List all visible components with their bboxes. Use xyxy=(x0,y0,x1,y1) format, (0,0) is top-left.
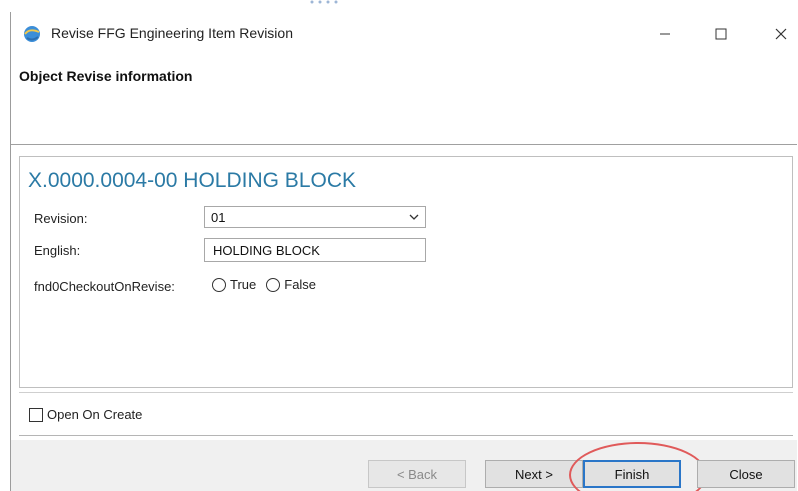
minimize-icon xyxy=(660,33,670,35)
partial-desktop-artifact xyxy=(310,0,338,4)
checkout-on-revise-radio-group: True False xyxy=(212,277,326,292)
revision-label: Revision: xyxy=(34,211,88,226)
open-on-create-checkbox[interactable]: Open On Create xyxy=(29,407,142,422)
minimize-button[interactable] xyxy=(645,20,685,48)
close-icon xyxy=(775,28,787,40)
open-on-create-label: Open On Create xyxy=(47,407,143,422)
true-radio[interactable]: True xyxy=(212,277,256,292)
false-radio-label: False xyxy=(284,277,317,292)
content-panel: X.0000.0004-00 HOLDING BLOCK Revision: 0… xyxy=(19,156,793,388)
revision-select[interactable]: 01 xyxy=(204,206,426,228)
radio-circle-icon xyxy=(266,277,281,292)
maximize-icon xyxy=(715,28,727,40)
button-bar: < Back Next > Finish Close xyxy=(11,440,797,491)
screenshot-page: Revise FFG Engineering Item Revision Obj… xyxy=(0,0,798,491)
chevron-down-icon xyxy=(409,214,419,220)
object-title: X.0000.0004-00 HOLDING BLOCK xyxy=(28,169,357,192)
app-icon xyxy=(24,26,40,42)
page-title: Object Revise information xyxy=(19,68,193,84)
close-window-button[interactable] xyxy=(761,20,798,48)
footer-area: Open On Create xyxy=(19,392,793,436)
finish-button[interactable]: Finish xyxy=(583,460,681,488)
revise-dialog: Revise FFG Engineering Item Revision Obj… xyxy=(10,12,797,491)
checkbox-icon xyxy=(29,407,43,422)
back-button[interactable]: < Back xyxy=(368,460,466,488)
maximize-button[interactable] xyxy=(701,20,741,48)
checkout-on-revise-label: fnd0CheckoutOnRevise: xyxy=(34,279,175,294)
radio-circle-icon xyxy=(212,277,226,292)
titlebar: Revise FFG Engineering Item Revision xyxy=(11,12,797,56)
header-area: Object Revise information xyxy=(11,56,797,145)
english-label: English: xyxy=(34,243,81,258)
revision-value: 01 xyxy=(211,210,226,225)
english-field[interactable]: HOLDING BLOCK xyxy=(204,238,426,262)
close-button[interactable]: Close xyxy=(697,460,795,488)
false-radio[interactable]: False xyxy=(266,277,316,292)
window-title: Revise FFG Engineering Item Revision xyxy=(51,25,293,41)
true-radio-label: True xyxy=(230,277,257,292)
